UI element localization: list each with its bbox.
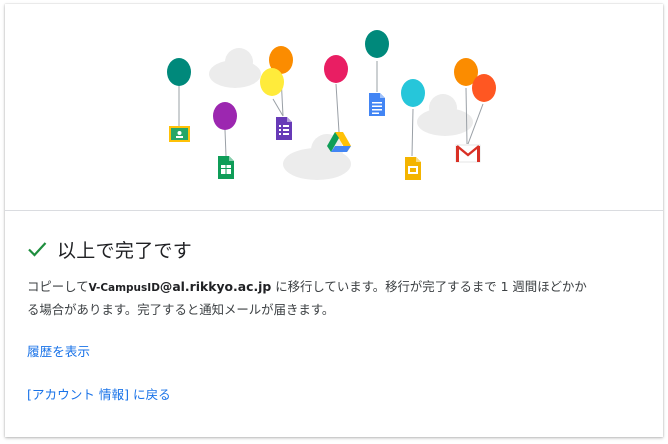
message-line2: る場合があります。完了すると通知メールが届きます。 [27,302,335,317]
email-domain: @al.rikkyo.ac.jp [159,279,272,294]
google-forms-icon [276,117,292,140]
google-classroom-icon [169,126,190,142]
google-sheets-icon [218,156,234,179]
divider [5,210,663,211]
email-user: V-CampusID [88,282,160,294]
balloons-illustration [167,30,496,180]
back-to-account-link[interactable]: [アカウント 情報] に戻る [27,384,171,403]
migration-message: コピーしてV-CampusID@al.rikkyo.ac.jp に移行しています… [27,276,639,320]
message-line1-rest: に移行しています。移行が完了するまで 1 週間ほどかか [271,279,587,294]
completion-heading: 以上で完了です [27,234,192,264]
google-slides-icon [405,157,421,180]
checkmark-icon [28,242,47,257]
google-docs-icon [369,93,385,116]
message-prefix: コピーして [27,279,89,294]
view-history-link[interactable]: 履歴を表示 [27,341,90,360]
completion-card: 以上で完了です コピーしてV-CampusID@al.rikkyo.ac.jp … [5,4,663,437]
page-title: 以上で完了です [57,239,193,262]
gmail-icon [455,144,481,163]
